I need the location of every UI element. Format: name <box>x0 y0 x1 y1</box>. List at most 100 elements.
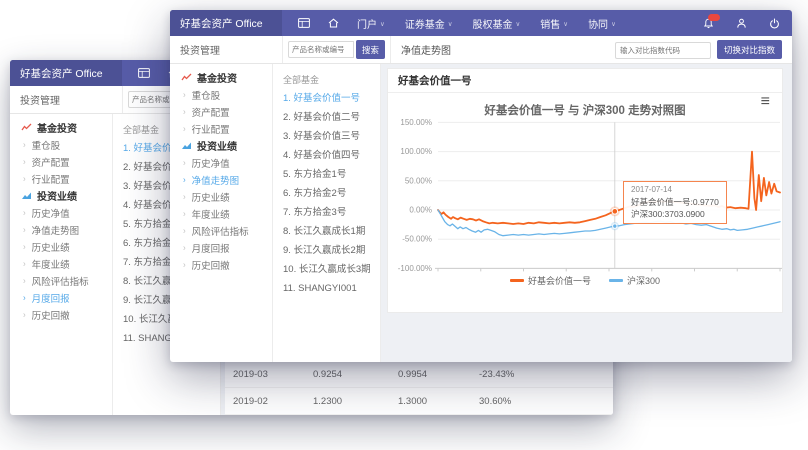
sidebar-item[interactable]: › 历史净值 <box>170 154 272 171</box>
series-line <box>437 150 781 225</box>
chevron-right-icon: › <box>183 174 186 185</box>
chevron-right-icon: › <box>23 224 26 235</box>
nav-item[interactable]: 证券基金∨ <box>405 16 453 31</box>
sidebar-item[interactable]: › 资产配置 <box>170 103 272 120</box>
chevron-right-icon: › <box>23 292 26 303</box>
sidebar-item[interactable]: › 历史净值 <box>10 204 112 221</box>
table-row: 2019-03 0.9254 0.9954 -23.43% <box>225 360 613 388</box>
legend-dash <box>509 279 524 282</box>
sidebar-item-label: 历史净值 <box>31 208 70 220</box>
fund-list-item[interactable]: 7. 东方拾金3号 <box>283 203 380 222</box>
chevron-right-icon: › <box>23 173 26 184</box>
nav-item-label: 股权基金 <box>472 19 513 31</box>
legend-item[interactable]: 沪深300 <box>608 274 661 287</box>
sidebar-group-performance: 投资业绩 <box>10 187 112 204</box>
apps-icon[interactable] <box>298 18 310 28</box>
chart-tooltip: 2017-07-14 好基会价值一号:0.9770 沪深300:3703.0900 <box>623 181 727 225</box>
sidebar-item[interactable]: › 年度业绩 <box>170 205 272 222</box>
fund-list-item[interactable]: 2. 好基会价值二号 <box>283 108 380 127</box>
chevron-right-icon: › <box>183 225 186 236</box>
sidebar-item[interactable]: › 历史回撤 <box>170 256 272 273</box>
line-chart-icon <box>21 123 32 131</box>
nav-item[interactable]: 协同∨ <box>588 16 616 31</box>
sidebar-item-label: 历史业绩 <box>191 192 230 204</box>
nav-menu: 门户∨ 证券基金∨ 股权基金∨ 销售∨ 协同∨ <box>282 10 681 36</box>
table-cell: -23.43% <box>471 360 613 388</box>
chevron-right-icon: › <box>23 139 26 150</box>
fund-list-header: 全部基金 <box>283 75 320 85</box>
apps-icon[interactable] <box>138 68 150 78</box>
y-axis-label: 150.00% <box>400 118 432 127</box>
area-chart-icon <box>182 142 191 149</box>
sidebar-item[interactable]: › 行业配置 <box>170 120 272 137</box>
table-cell: 0.9954 <box>390 360 471 388</box>
navbar-actions <box>681 10 792 36</box>
compare-index-input[interactable] <box>614 41 711 59</box>
toolbar-extra: 切换对比指数 <box>614 40 782 59</box>
y-axis-label: 0.00% <box>409 206 432 215</box>
fund-search-button[interactable]: 搜索 <box>355 40 385 59</box>
sidebar-item-label: 行业配置 <box>31 174 70 186</box>
sidebar-item[interactable]: › 行业配置 <box>10 170 112 187</box>
app-title: 好基会资产 Office <box>170 10 282 36</box>
sidebar-item[interactable]: › 年度业绩 <box>10 255 112 272</box>
chevron-right-icon: › <box>183 89 186 100</box>
fund-list-item[interactable]: 8. 长江久赢成长1期 <box>283 222 380 241</box>
switch-index-button[interactable]: 切换对比指数 <box>716 40 782 59</box>
fund-list-item[interactable]: 5. 东方拾金1号 <box>283 165 380 184</box>
sidebar-item[interactable]: › 净值走势图 <box>170 171 272 188</box>
notifications-button[interactable] <box>703 13 720 29</box>
sidebar-item[interactable]: › 历史回撤 <box>10 306 112 323</box>
legend-label: 沪深300 <box>626 276 661 286</box>
sidebar-item-label: 月度回报 <box>191 243 230 255</box>
sidebar-item[interactable]: › 月度回报 <box>10 289 112 306</box>
table-cell: 1.3000 <box>390 387 471 415</box>
section-label: 投资管理 <box>170 36 283 63</box>
chevron-right-icon: › <box>183 242 186 253</box>
fund-search-input[interactable] <box>288 41 354 58</box>
chart-menu-icon[interactable]: ≡ <box>761 94 770 110</box>
fund-list-item[interactable]: 9. 长江久赢成长2期 <box>283 241 380 260</box>
nav-item-label: 门户 <box>357 19 377 31</box>
nav-item-label: 销售 <box>540 19 561 31</box>
sidebar-group-performance: 投资业绩 <box>170 137 272 154</box>
user-button[interactable] <box>736 18 747 29</box>
fund-list-item[interactable]: 4. 好基会价值四号 <box>283 146 380 165</box>
sidebar-item[interactable]: › 月度回报 <box>170 239 272 256</box>
sidebar-item-label: 净值走势图 <box>191 175 240 187</box>
fund-list-item[interactable]: 10. 长江久赢成长3期 <box>283 260 380 279</box>
chevron-right-icon: › <box>23 275 26 286</box>
chart-card: 好基会价值一号 150.00% 100.00% 50.00% 0.00% -50.00% -… <box>387 68 783 313</box>
sidebar-item-label: 风险评估指标 <box>31 276 89 288</box>
sidebar-item[interactable]: › 历史业绩 <box>10 238 112 255</box>
chevron-right-icon: › <box>183 208 186 219</box>
sidebar-group-label: 投资业绩 <box>197 142 237 153</box>
home-icon[interactable] <box>328 18 339 28</box>
nav-item-label: 协同 <box>588 19 609 31</box>
chevron-right-icon: › <box>183 123 186 134</box>
sidebar-menu: 基金投资 › 重仓股 › 资产配置 › 行业配置 投资业绩 › 历史净值 › 净值走势图 › 历史业绩 › 年… <box>170 64 273 362</box>
nav-item[interactable]: 销售∨ <box>540 16 568 31</box>
y-axis-label: 100.00% <box>400 147 432 156</box>
legend-dash <box>608 279 623 282</box>
fund-list-item[interactable]: 1. 好基会价值一号 <box>283 89 380 108</box>
sidebar-item[interactable]: › 风险评估指标 <box>170 222 272 239</box>
user-icon <box>737 18 746 28</box>
sidebar-item[interactable]: › 净值走势图 <box>10 221 112 238</box>
sidebar-item-label: 历史净值 <box>191 158 230 170</box>
sidebar-item[interactable]: › 历史业绩 <box>170 188 272 205</box>
fund-list-item[interactable]: 11. SHANGYI001 <box>283 279 380 298</box>
tooltip-value: 沪深300:3703.0900 <box>631 208 705 219</box>
line-chart-icon <box>181 73 192 81</box>
sidebar-item[interactable]: › 资产配置 <box>10 153 112 170</box>
nav-item[interactable]: 股权基金∨ <box>473 16 521 31</box>
fund-list-item[interactable]: 6. 东方拾金2号 <box>283 184 380 203</box>
power-button[interactable] <box>769 17 780 29</box>
legend-item[interactable]: 好基会价值一号 <box>509 274 591 287</box>
fund-list-item[interactable]: 3. 好基会价值三号 <box>283 127 380 146</box>
sidebar-item[interactable]: › 重仓股 <box>10 136 112 153</box>
chevron-right-icon: › <box>183 191 186 202</box>
nav-item[interactable]: 门户∨ <box>357 16 385 31</box>
sidebar-item[interactable]: › 重仓股 <box>170 86 272 103</box>
sidebar-item[interactable]: › 风险评估指标 <box>10 272 112 289</box>
